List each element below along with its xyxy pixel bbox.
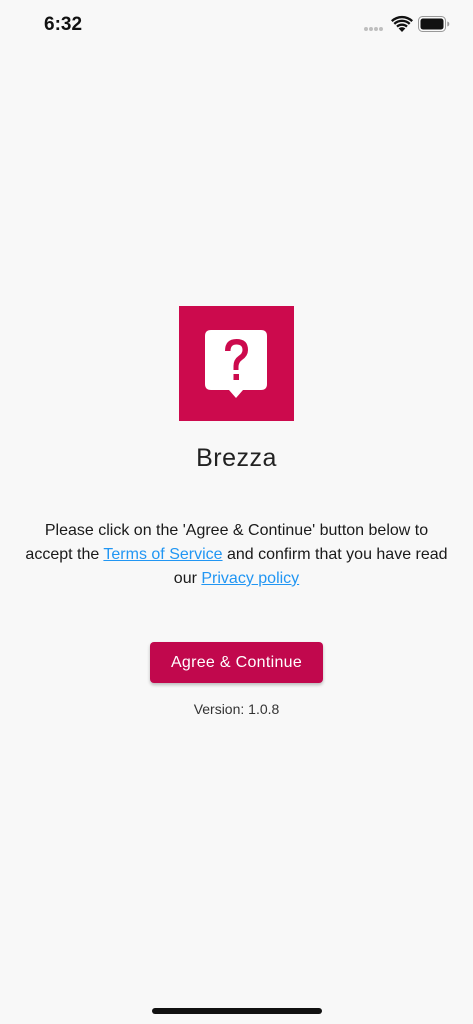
wifi-icon [391,15,413,32]
version-label: Version: 1.0.8 [193,701,280,717]
status-bar: 6:32 [0,0,473,52]
terms-of-service-link[interactable]: Terms of Service [103,546,222,563]
signal-dots-icon [364,27,386,32]
question-bubble-icon [205,330,267,398]
consent-text: Please click on the 'Agree & Continue' b… [20,519,453,591]
status-time: 6:32 [44,14,83,35]
agree-continue-button[interactable]: Agree & Continue [150,642,323,683]
privacy-policy-link[interactable]: Privacy policy [201,570,299,587]
home-indicator[interactable] [152,1008,322,1014]
app-logo [179,306,294,421]
battery-icon [418,16,450,32]
app-name: Brezza [196,444,277,472]
